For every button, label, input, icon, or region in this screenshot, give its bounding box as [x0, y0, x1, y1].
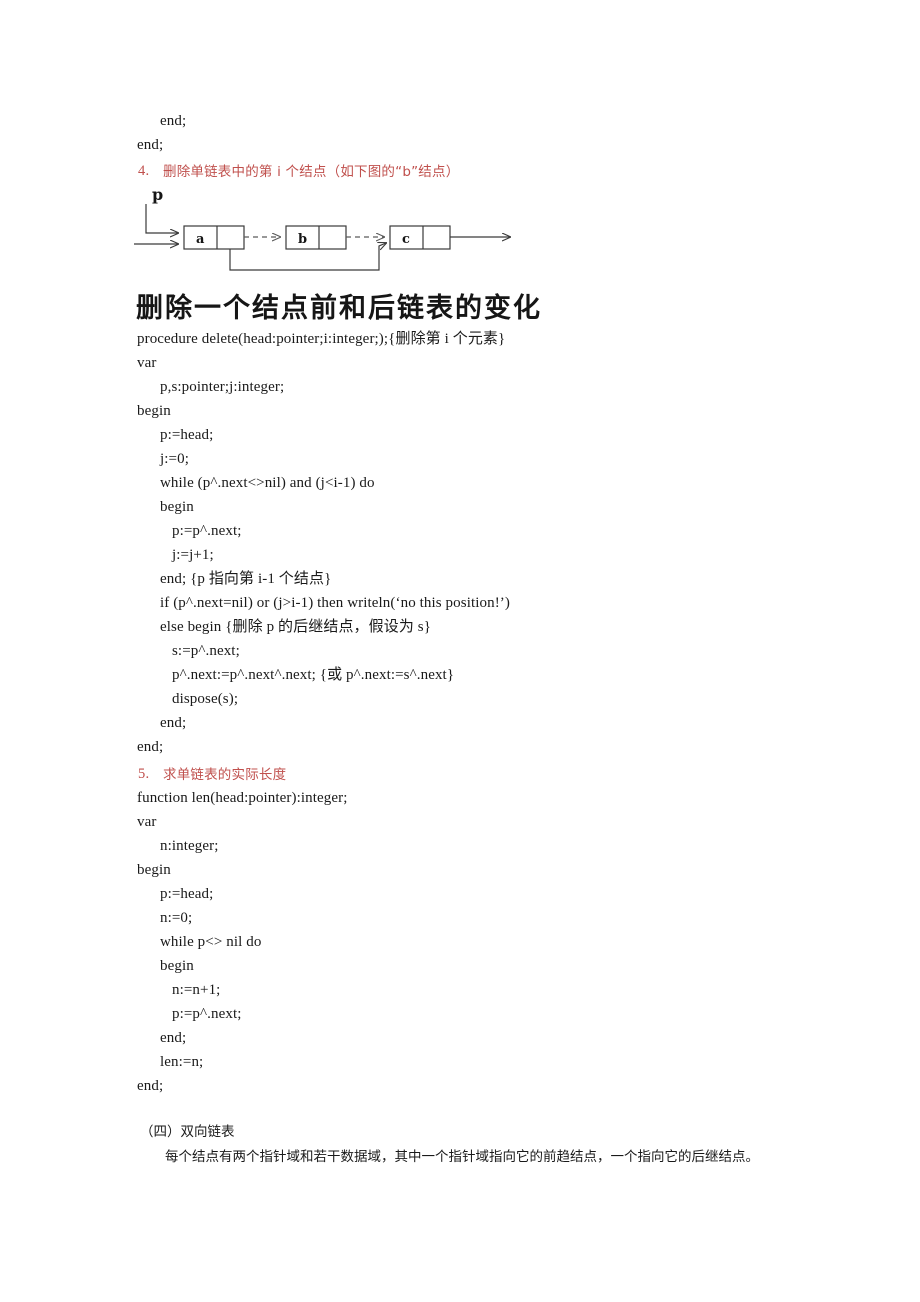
- section-four-body: 每个结点有两个指针域和若干数据域，其中一个指针域指向它的前趋结点，一个指向它的后…: [165, 1149, 759, 1165]
- code-line: end;: [160, 715, 187, 731]
- section-four-heading: （四）双向链表: [140, 1124, 235, 1140]
- code-line: end; {p 指向第 i-1 个结点}: [160, 571, 332, 587]
- code-line: end;: [137, 137, 164, 153]
- code-line: while (p^.next<>nil) and (j<i-1) do: [160, 475, 375, 491]
- code-line: n:integer;: [160, 838, 219, 854]
- code-line: end;: [137, 1078, 164, 1094]
- code-line: var: [137, 355, 157, 371]
- code-line: begin: [160, 958, 194, 974]
- code-line: else begin {删除 p 的后继结点，假设为 s}: [160, 619, 432, 635]
- code-line: j:=j+1;: [172, 547, 214, 563]
- code-line: p^.next:=p^.next^.next; {或 p^.next:=s^.n…: [172, 667, 455, 683]
- code-line: if (p^.next=nil) or (j>i-1) then writeln…: [160, 595, 510, 611]
- code-line: j:=0;: [160, 451, 189, 467]
- section-5-number: 5.: [138, 766, 150, 782]
- code-line: s:=p^.next;: [172, 643, 240, 659]
- svg-text:c: c: [402, 232, 410, 247]
- code-line: while p<> nil do: [160, 934, 262, 950]
- code-line: end;: [137, 739, 164, 755]
- code-line: n:=0;: [160, 910, 193, 926]
- code-line: end;: [160, 1030, 187, 1046]
- diagram-caption: 删除一个结点前和后链表的变化: [136, 293, 542, 324]
- code-line: dispose(s);: [172, 691, 239, 707]
- code-line: p:=p^.next;: [172, 1006, 242, 1022]
- code-line: p:=p^.next;: [172, 523, 242, 539]
- code-line: begin: [160, 499, 194, 515]
- document-page: end; end; 4. 删除单链表中的第 i 个结点（如下图的“b”结点） p…: [0, 0, 920, 1302]
- code-line: begin: [137, 403, 171, 419]
- code-line: function len(head:pointer):integer;: [137, 790, 348, 806]
- code-line: var: [137, 814, 157, 830]
- section-4-number: 4.: [138, 163, 150, 179]
- singly-linked-list-deletion-diagram: p a b c: [134, 186, 514, 282]
- code-line: procedure delete(head:pointer;i:integer;…: [137, 331, 506, 347]
- svg-text:a: a: [196, 232, 205, 247]
- code-line: end;: [160, 113, 187, 129]
- code-line: p:=head;: [160, 427, 214, 443]
- svg-text:p: p: [152, 186, 163, 204]
- code-line: len:=n;: [160, 1054, 204, 1070]
- svg-text:b: b: [298, 232, 307, 247]
- code-line: p:=head;: [160, 886, 214, 902]
- section-5-title: 求单链表的实际长度: [163, 767, 287, 783]
- code-line: begin: [137, 862, 171, 878]
- code-line: p,s:pointer;j:integer;: [160, 379, 285, 395]
- section-4-title: 删除单链表中的第 i 个结点（如下图的“b”结点）: [163, 164, 460, 180]
- code-line: n:=n+1;: [172, 982, 221, 998]
